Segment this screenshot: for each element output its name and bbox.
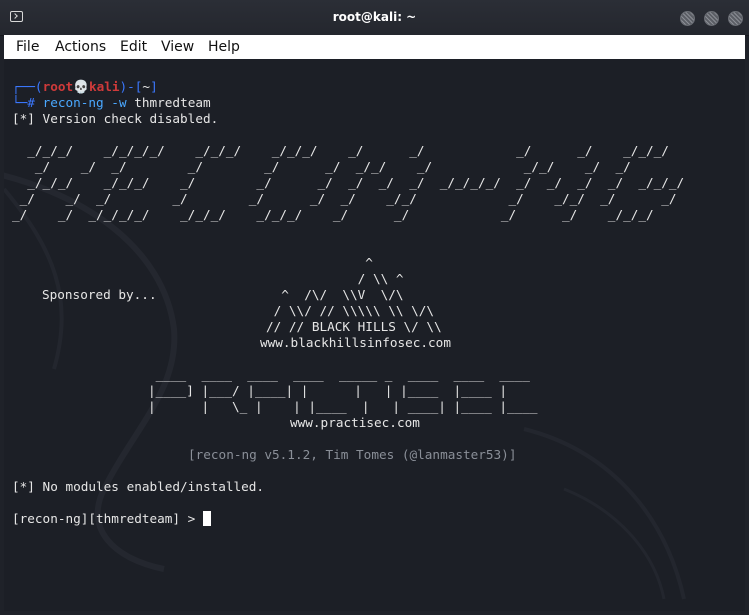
no-modules-line: [*] No modules enabled/installed. [12,479,265,494]
version-line: [recon-ng v5.1.2, Tim Tomes (@lanmaster5… [188,447,517,462]
window-title: root@kali: ~ [332,10,417,24]
menu-actions[interactable]: Actions [55,39,106,55]
recon-ng-banner: _/_/_/ _/_/_/_/ _/_/_/ _/_/_/ _/ _/ _/ _… [12,143,685,222]
prompt-line-1: ┌──(root💀kali)-[~] [12,79,158,94]
terminal-window: root@kali: ~ File Actions Edit View Help… [0,0,749,615]
title-bar[interactable]: root@kali: ~ [0,0,749,36]
recon-ng-prompt[interactable]: [recon-ng][thmredteam] > [12,511,211,527]
menu-edit[interactable]: Edit [120,39,147,55]
maximize-button[interactable] [704,11,719,26]
scrollbar[interactable] [737,59,745,611]
practisec-logo: ____ ____ ____ ____ _____ _ ____ ____ __… [148,367,538,414]
black-hills-logo: ^ / \\ ^ ^ /\/ \\V \/\ / \\/ // \\\\\ \\… [266,255,442,334]
black-hills-url: www.blackhillsinfosec.com [260,335,451,350]
text-cursor [202,511,211,526]
sponsored-by-text: Sponsored by... [42,287,157,302]
terminal-output[interactable]: ┌──(root💀kali)-[~] └─# recon-ng -w thmre… [4,59,745,611]
menu-bar: File Actions Edit View Help [4,35,745,59]
close-button[interactable] [728,11,743,26]
minimize-button[interactable] [680,11,695,26]
menu-help[interactable]: Help [208,39,240,55]
menu-file[interactable]: File [16,39,39,55]
practisec-url: www.practisec.com [290,415,420,430]
menu-view[interactable]: View [161,39,194,55]
prompt-line-2: └─# recon-ng -w thmredteam [12,95,211,110]
version-check-line: [*] Version check disabled. [12,111,219,126]
